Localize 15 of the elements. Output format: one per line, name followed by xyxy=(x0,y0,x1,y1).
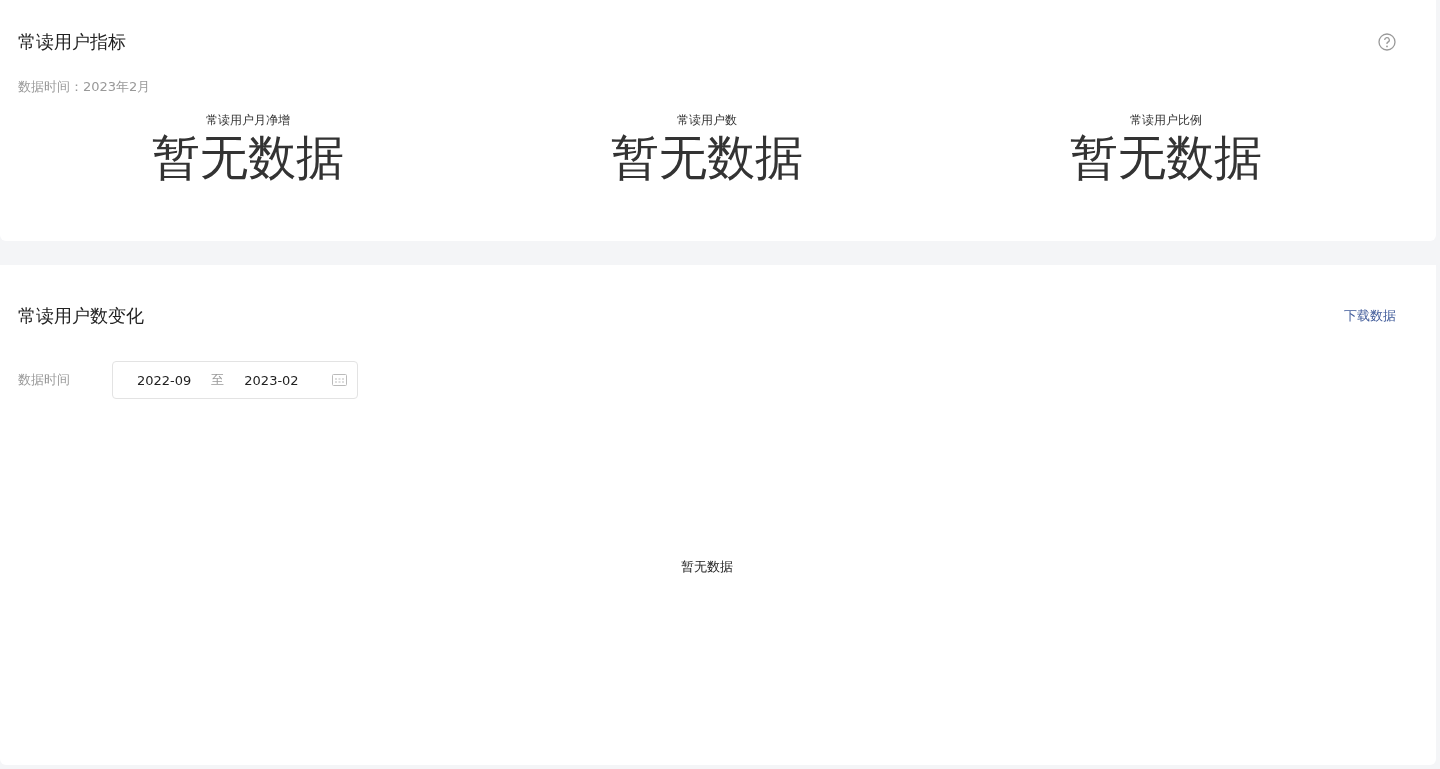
metric-value: 暂无数据 xyxy=(1070,131,1263,184)
metric-value: 暂无数据 xyxy=(611,131,803,184)
calendar-icon xyxy=(332,374,347,386)
metric-label: 常读用户月净增 xyxy=(205,112,290,129)
metric-value: 暂无数据 xyxy=(151,131,344,184)
card-title: 常读用户数变化 xyxy=(18,304,144,328)
download-link[interactable]: 下载数据 xyxy=(1344,307,1396,325)
filter-label: 数据时间 xyxy=(18,371,71,389)
date-range-field[interactable]: 2022-09 至 2023-02 xyxy=(112,361,358,399)
data-time: 数据时间：2023年2月 xyxy=(18,78,152,96)
empty-message: 暂无数据 xyxy=(681,558,733,576)
card-title: 常读用户指标 xyxy=(18,30,126,54)
metric-label: 常读用户比例 xyxy=(1130,112,1203,129)
metric-label: 常读用户数 xyxy=(677,112,737,129)
help-icon[interactable] xyxy=(1378,33,1396,51)
